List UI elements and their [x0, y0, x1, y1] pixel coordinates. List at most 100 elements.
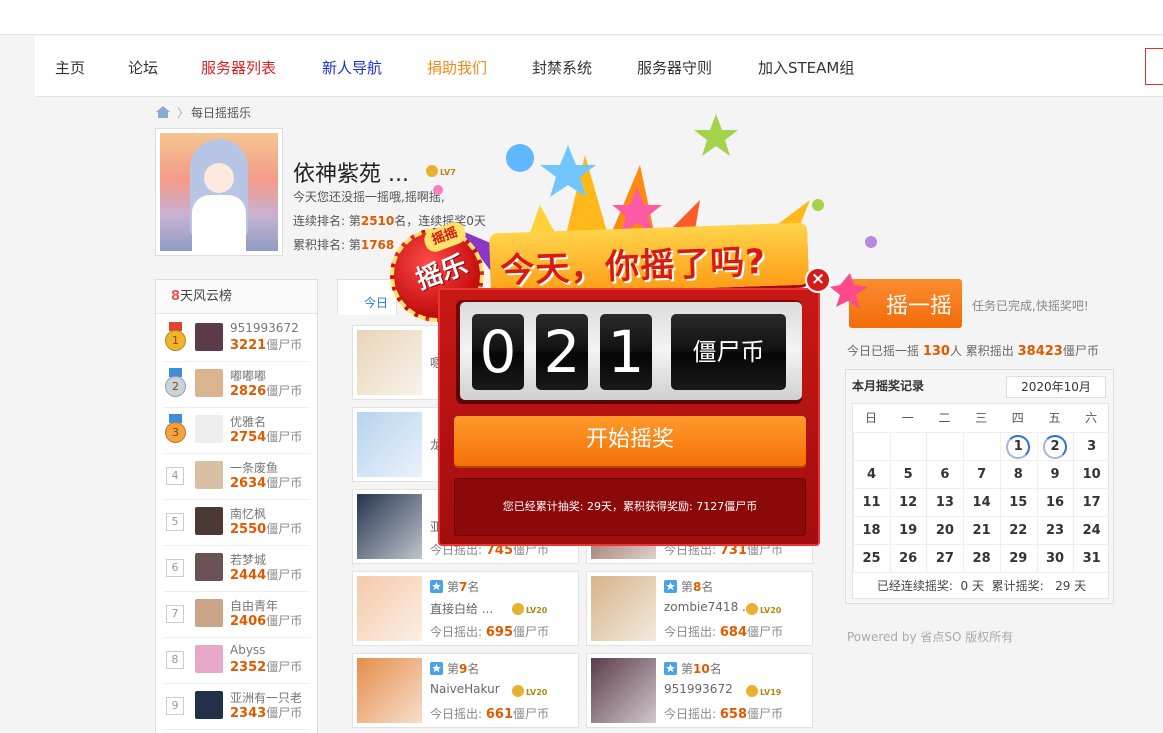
rank-name[interactable]: 951993672 — [230, 321, 310, 335]
rank-item[interactable]: 2 嘟嘟嘟 2826僵尸币 — [164, 362, 309, 408]
coin-counter: 0 2 1 僵尸币 — [460, 302, 802, 400]
rank-item[interactable]: 9 亚洲有一只老 2343僵尸币 — [164, 684, 309, 730]
rank-avatar[interactable] — [195, 369, 223, 397]
winner-rank: 第7名 — [430, 578, 479, 595]
rank-coins: 2634僵尸币 — [230, 476, 303, 491]
rank-avatar[interactable] — [195, 645, 223, 673]
rank-number: 6 — [166, 559, 184, 577]
calendar-day: 8 — [999, 460, 1036, 488]
calendar-day: 31 — [1073, 544, 1110, 572]
calendar-weekday: 二 — [938, 411, 951, 425]
calendar-day: 9 — [1036, 460, 1073, 488]
winner-avatar[interactable] — [591, 576, 656, 641]
digit-3: 1 — [600, 314, 652, 390]
user-avatar — [155, 128, 283, 256]
rank-avatar[interactable] — [195, 323, 223, 351]
popup-banner: 今天，你摇了吗? — [489, 222, 809, 296]
rank-avatar[interactable] — [195, 599, 223, 627]
rank-item[interactable]: 7 自由青年 2406僵尸币 — [164, 592, 309, 638]
digit-2: 2 — [536, 314, 588, 390]
rank-avatar[interactable] — [195, 691, 223, 719]
rank-coins: 2826僵尸币 — [230, 384, 303, 399]
rank-coins: 2352僵尸币 — [230, 660, 303, 675]
level-badge-icon: LV20 — [512, 603, 548, 615]
winner-coins: 今日摇出: 695僵尸币 — [430, 625, 550, 640]
home-icon[interactable] — [155, 105, 171, 119]
winner-coins: 今日摇出: 684僵尸币 — [664, 625, 784, 640]
calendar-empty-cell — [963, 432, 1000, 460]
winner-avatar[interactable] — [357, 576, 422, 641]
rank-star-icon — [430, 662, 443, 675]
winner-name[interactable]: 直接白给 ... — [430, 600, 493, 617]
nav-forum[interactable]: 论坛 — [128, 57, 158, 78]
svg-text:LV20: LV20 — [526, 606, 548, 615]
winner-name[interactable]: NaiveHakur — [430, 682, 500, 696]
calendar-day: 20 — [926, 516, 963, 544]
nav-server-rules[interactable]: 服务器守则 — [637, 57, 712, 78]
svg-text:LV19: LV19 — [760, 688, 782, 697]
calendar-day: 14 — [963, 488, 1000, 516]
calendar-weekday: 六 — [1085, 411, 1098, 425]
calendar-day: 24 — [1073, 516, 1110, 544]
rank-star-icon — [664, 580, 677, 593]
ranking-panel: 8天风云榜 1 951993672 3221僵尸币 2 嘟嘟嘟 2826僵尸币 3 优雅名 27… — [155, 279, 318, 733]
lottery-summary: 您已经累计抽奖: 29天，累积获得奖励: 7127僵尸币 — [454, 478, 806, 536]
nav-login-button[interactable] — [1145, 48, 1163, 85]
rank-avatar[interactable] — [195, 415, 223, 443]
winner-avatar[interactable] — [357, 658, 422, 723]
rank-number: 5 — [166, 513, 184, 531]
medal-icon: 3 — [165, 414, 186, 444]
winner-name[interactable]: 951993672 — [664, 682, 733, 696]
calendar-day: 27 — [926, 544, 963, 572]
calendar-day: 3 — [1073, 432, 1110, 460]
calendar-day: 10 — [1073, 460, 1110, 488]
digit-1: 0 — [472, 314, 524, 390]
calendar-month-select[interactable]: 2020年10月 — [1006, 376, 1106, 398]
calendar-day: 7 — [963, 460, 1000, 488]
winner-avatar[interactable] — [591, 658, 656, 723]
svg-text:LV20: LV20 — [526, 688, 548, 697]
rank-item[interactable]: 6 若梦城 2444僵尸币 — [164, 546, 309, 592]
rank-avatar[interactable] — [195, 461, 223, 489]
winner-card: 第8名 zombie7418 ... LV20 今日摇出: 684僵尸币 — [586, 571, 813, 646]
rank-item[interactable]: 3 优雅名 2754僵尸币 — [164, 408, 309, 454]
svg-text:LV20: LV20 — [760, 606, 782, 615]
winner-rank: 第8名 — [664, 578, 713, 595]
powered-by: Powered by 省点SO 版权所有 — [847, 630, 1014, 644]
rank-coins: 2754僵尸币 — [230, 430, 303, 445]
rank-coins: 2406僵尸币 — [230, 614, 303, 629]
calendar-weekday: 五 — [1048, 411, 1061, 425]
rank-item[interactable]: 5 南忆枫 2550僵尸币 — [164, 500, 309, 546]
ranking-title: 8天风云榜 — [156, 280, 317, 314]
calendar-empty-cell — [926, 432, 963, 460]
level-badge-icon: LV19 — [746, 685, 782, 697]
medal-icon: 1 — [165, 322, 186, 352]
rank-item[interactable]: 1 951993672 3221僵尸币 — [164, 316, 309, 362]
nav-donate[interactable]: 捐助我们 — [427, 57, 487, 78]
rank-item[interactable]: 8 Abyss 2352僵尸币 — [164, 638, 309, 684]
calendar-weekday: 四 — [1011, 411, 1024, 425]
rank-name[interactable]: Abyss — [230, 643, 310, 657]
nav-newbie-guide[interactable]: 新人导航 — [322, 57, 382, 78]
rank-number: 9 — [166, 697, 184, 715]
lottery-dialog: 0 2 1 僵尸币 开始摇奖 您已经累计抽奖: 29天，累积获得奖励: 7127… — [438, 288, 820, 546]
rank-star-icon — [430, 580, 443, 593]
winner-card: 第9名 NaiveHakur LV20 今日摇出: 661僵尸币 — [352, 653, 579, 728]
rank-avatar[interactable] — [195, 553, 223, 581]
rank-coins: 2343僵尸币 — [230, 706, 303, 721]
nav-join-steam[interactable]: 加入STEAM组 — [758, 57, 854, 78]
nav-server-list[interactable]: 服务器列表 — [201, 57, 276, 78]
calendar-day-checked: 1 — [999, 432, 1036, 460]
winner-name[interactable]: zombie7418 ... — [664, 600, 753, 614]
start-lottery-button[interactable]: 开始摇奖 — [454, 416, 806, 466]
nav-home[interactable]: 主页 — [55, 57, 85, 78]
rank-number: 7 — [166, 605, 184, 623]
calendar-footer: 已经连续摇奖: 0 天 累计摇奖: 29 天 — [853, 572, 1110, 600]
calendar-day: 13 — [926, 488, 963, 516]
rank-avatar[interactable] — [195, 507, 223, 535]
close-icon[interactable]: × — [805, 267, 831, 293]
rank-item[interactable]: 4 一条废鱼 2634僵尸币 — [164, 454, 309, 500]
calendar-day-checked: 2 — [1036, 432, 1073, 460]
nav-ban-system[interactable]: 封禁系统 — [532, 57, 592, 78]
winner-rank: 第10名 — [664, 660, 722, 677]
